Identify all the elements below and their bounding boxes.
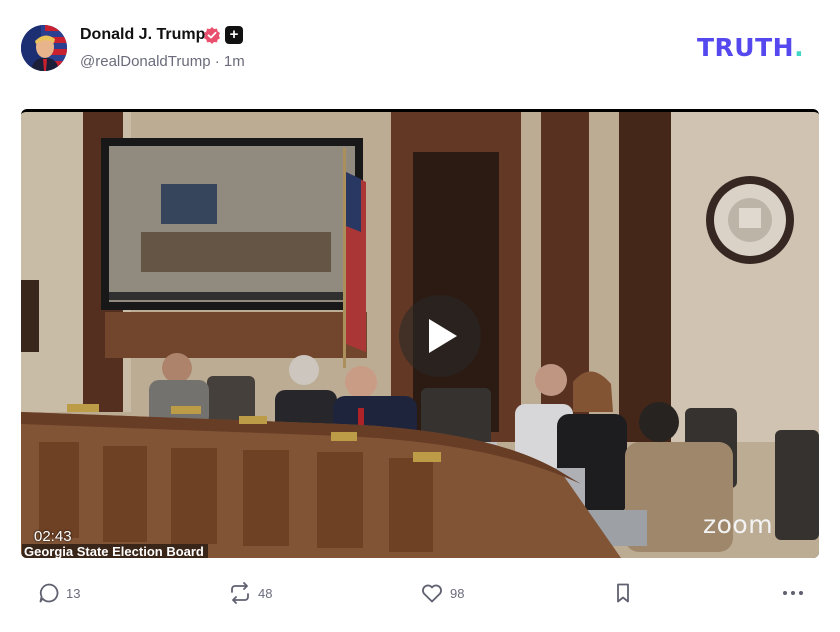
repost-icon (231, 582, 249, 604)
post-actions: 13 48 98 (0, 575, 840, 611)
reply-button[interactable]: 13 (38, 575, 80, 611)
zoom-watermark: zoom (703, 510, 774, 539)
separator: · (214, 53, 220, 70)
author-handle[interactable]: @realDonaldTrump (80, 53, 211, 70)
retruth-button[interactable]: 48 (228, 575, 272, 611)
plus-badge-icon: + (225, 26, 243, 44)
post-timestamp[interactable]: 1m (224, 53, 245, 70)
comment-icon (39, 583, 59, 603)
more-options-button[interactable] (781, 575, 805, 611)
video-caption: Georgia State Election Board (22, 544, 208, 558)
verified-badge-icon (203, 26, 221, 44)
reply-count: 13 (66, 585, 81, 601)
bookmark-icon (617, 583, 629, 603)
author-name[interactable]: Donald J. Trump (80, 26, 205, 44)
play-button[interactable] (399, 295, 481, 377)
truth-logo[interactable]: TRUTH. (697, 33, 804, 62)
more-icon (783, 591, 803, 595)
truth-logo-text: TRUTH (697, 33, 795, 62)
video-duration: 02:43 (34, 528, 72, 545)
avatar[interactable] (21, 25, 67, 71)
like-count: 98 (450, 585, 465, 601)
author-handle-line: @realDonaldTrump · 1m (80, 53, 245, 70)
post-header: Donald J. Trump + @realDonaldTrump · 1m … (0, 0, 840, 100)
video-player[interactable]: zoom 02:43 Georgia State Election Board (21, 109, 819, 558)
truth-logo-dot: . (794, 33, 805, 62)
like-button[interactable]: 98 (420, 575, 464, 611)
play-icon (429, 319, 457, 353)
heart-icon (422, 584, 442, 603)
retruth-count: 48 (258, 585, 273, 601)
bookmark-button[interactable] (613, 575, 633, 611)
